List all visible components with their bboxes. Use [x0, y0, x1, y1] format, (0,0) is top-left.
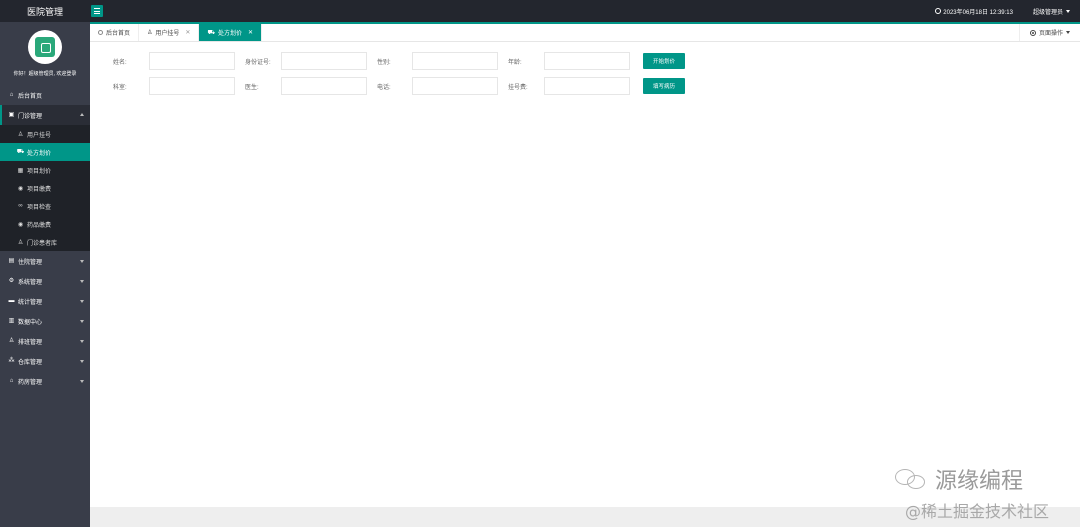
- outpatient-submenu: ♙ 用户挂号 ⛟ 处方划价 ▦ 项目划价 ◉ 项目缴费 ∞ 项目检查 ◉ 药品缴…: [0, 125, 90, 251]
- sidebar-item-inpatient[interactable]: ▤ 住院管理: [0, 251, 90, 271]
- sidebar-item-statistics[interactable]: ▬ 统计管理: [0, 291, 90, 311]
- sidebar: 你好！超级管理员, 欢迎登录 ⌂ 后台首页 ▣ 门诊管理 ♙ 用户挂号 ⛟ 处方…: [0, 22, 90, 527]
- tab-prescription[interactable]: ⛟ 处方划价 ✕: [199, 24, 263, 41]
- user-icon: ♙: [147, 30, 153, 36]
- chevron-down-icon: [80, 320, 84, 323]
- watermark-brand: 源缘编程: [895, 463, 1023, 495]
- sidebar-item-drug-payment[interactable]: ◉ 药品缴费: [0, 215, 90, 233]
- avatar: [28, 30, 62, 64]
- sidebar-item-label: 后台首页: [18, 93, 43, 100]
- sidebar-item-outpatient[interactable]: ▣ 门诊管理: [0, 105, 90, 125]
- form-row-visit: 科室: 医生: 电话: 挂号费: 填写病历: [90, 77, 1080, 95]
- sidebar-item-project-check[interactable]: ∞ 项目检查: [0, 197, 90, 215]
- brand-title: 医院管理: [26, 6, 63, 17]
- hamburger-icon: [94, 8, 100, 9]
- chart-icon: ▬: [8, 298, 15, 304]
- sidebar-item-project-payment[interactable]: ◉ 项目缴费: [0, 179, 90, 197]
- datetime-display: 2023年06月18日 12:39:13: [935, 7, 1013, 16]
- sidebar-item-warehouse[interactable]: ⁂ 仓库管理: [0, 351, 90, 371]
- person-icon: ♙: [17, 239, 24, 246]
- sidebar-item-register[interactable]: ♙ 用户挂号: [0, 125, 90, 143]
- yen-icon: ◉: [17, 185, 24, 192]
- sidebar-item-home[interactable]: ⌂ 后台首页: [0, 85, 90, 105]
- phone-input[interactable]: [412, 77, 498, 95]
- sidebar-item-prescription[interactable]: ⛟ 处方划价: [0, 143, 90, 161]
- top-header: 医院管理 2023年06月18日 12:39:13 超级管理员: [0, 0, 1080, 22]
- phone-label: 电话:: [377, 85, 391, 91]
- gender-label: 性别:: [377, 60, 391, 66]
- age-label: 年龄:: [508, 60, 522, 66]
- hospital-logo-icon: [35, 37, 55, 57]
- name-input[interactable]: [149, 52, 235, 70]
- tab-bar: 后台首页 ♙ 用户挂号 ✕ ⛟ 处方划价 ✕ 页面操作: [90, 22, 1080, 42]
- chevron-up-icon: [80, 113, 84, 116]
- chevron-down-icon: [80, 340, 84, 343]
- eye-icon: ∞: [18, 203, 23, 209]
- yen-icon: ◉: [17, 221, 24, 228]
- chat-bubbles-icon: [895, 467, 929, 491]
- user-name: 超级管理员: [1032, 9, 1063, 16]
- idcard-input[interactable]: [281, 52, 367, 70]
- chevron-down-icon: [80, 300, 84, 303]
- chevron-down-icon: [80, 380, 84, 383]
- store-icon: ⌂: [9, 378, 14, 384]
- age-input[interactable]: [544, 52, 630, 70]
- sidebar-item-system[interactable]: ⚙ 系统管理: [0, 271, 90, 291]
- main-content: 姓名: 身份证号: 性别: 年龄: 开始划价 科室: 医生: 电话: 挂号费: …: [90, 42, 1080, 507]
- sidebar-item-project-pricing[interactable]: ▦ 项目划价: [0, 161, 90, 179]
- user-menu[interactable]: 超级管理员: [1033, 7, 1070, 16]
- tab-home[interactable]: 后台首页: [90, 24, 140, 41]
- database-icon: ▥: [8, 318, 15, 324]
- target-icon: [1029, 29, 1036, 36]
- user-panel: 你好！超级管理员, 欢迎登录: [0, 22, 90, 84]
- fee-input[interactable]: [544, 77, 630, 95]
- gender-input[interactable]: [412, 52, 498, 70]
- welcome-text: 你好！超级管理员, 欢迎登录: [13, 71, 77, 77]
- close-icon[interactable]: ✕: [248, 29, 253, 36]
- dept-input[interactable]: [149, 77, 235, 95]
- sidebar-item-pharmacy[interactable]: ⌂ 药房管理: [0, 371, 90, 391]
- gear-icon: ⚙: [8, 278, 15, 284]
- cart-icon: ⛟: [16, 149, 25, 155]
- menu-toggle-button[interactable]: [91, 5, 103, 17]
- doctor-input[interactable]: [281, 77, 367, 95]
- home-icon: ⌂: [9, 92, 14, 98]
- datetime-text: 2023年06月18日 12:39:13: [943, 9, 1013, 16]
- chevron-down-icon: [1066, 31, 1070, 34]
- sidebar-item-data-center[interactable]: ▥ 数据中心: [0, 311, 90, 331]
- sidebar-item-scheduling[interactable]: ♙ 排班管理: [0, 331, 90, 351]
- cart-icon: ⛟: [207, 29, 216, 36]
- clipboard-icon: ▣: [8, 112, 15, 118]
- chevron-down-icon: [80, 260, 84, 263]
- chevron-down-icon: [1066, 9, 1070, 13]
- page-operations-menu[interactable]: 页面操作: [1018, 24, 1080, 41]
- watermark-text: 源缘编程: [935, 469, 1024, 494]
- chevron-down-icon: [80, 360, 84, 363]
- dept-label: 科室:: [113, 85, 127, 91]
- sidebar-item-patient-library[interactable]: ♙ 门诊患者库: [0, 233, 90, 251]
- fill-record-button[interactable]: 填写病历: [643, 78, 685, 94]
- doctor-label: 医生:: [245, 85, 259, 91]
- fee-label: 挂号费:: [508, 85, 528, 91]
- person-icon: ♙: [8, 338, 15, 344]
- calculator-icon: ▦: [17, 167, 24, 174]
- user-icon: ♙: [17, 131, 24, 138]
- circle-icon: [98, 30, 103, 35]
- chevron-down-icon: [80, 280, 84, 283]
- clock-icon: [935, 8, 942, 14]
- idcard-label: 身份证号:: [245, 60, 271, 66]
- sidebar-item-label: 门诊管理: [18, 113, 43, 120]
- watermark-community: @稀土掘金技术社区: [905, 502, 1050, 521]
- name-label: 姓名:: [113, 60, 127, 66]
- bed-icon: ▤: [8, 258, 15, 264]
- boxes-icon: ⁂: [8, 358, 15, 364]
- close-icon[interactable]: ✕: [185, 29, 190, 36]
- tab-register[interactable]: ♙ 用户挂号 ✕: [139, 24, 200, 41]
- form-row-patient: 姓名: 身份证号: 性别: 年龄: 开始划价: [90, 52, 1080, 70]
- start-pricing-button[interactable]: 开始划价: [643, 53, 685, 69]
